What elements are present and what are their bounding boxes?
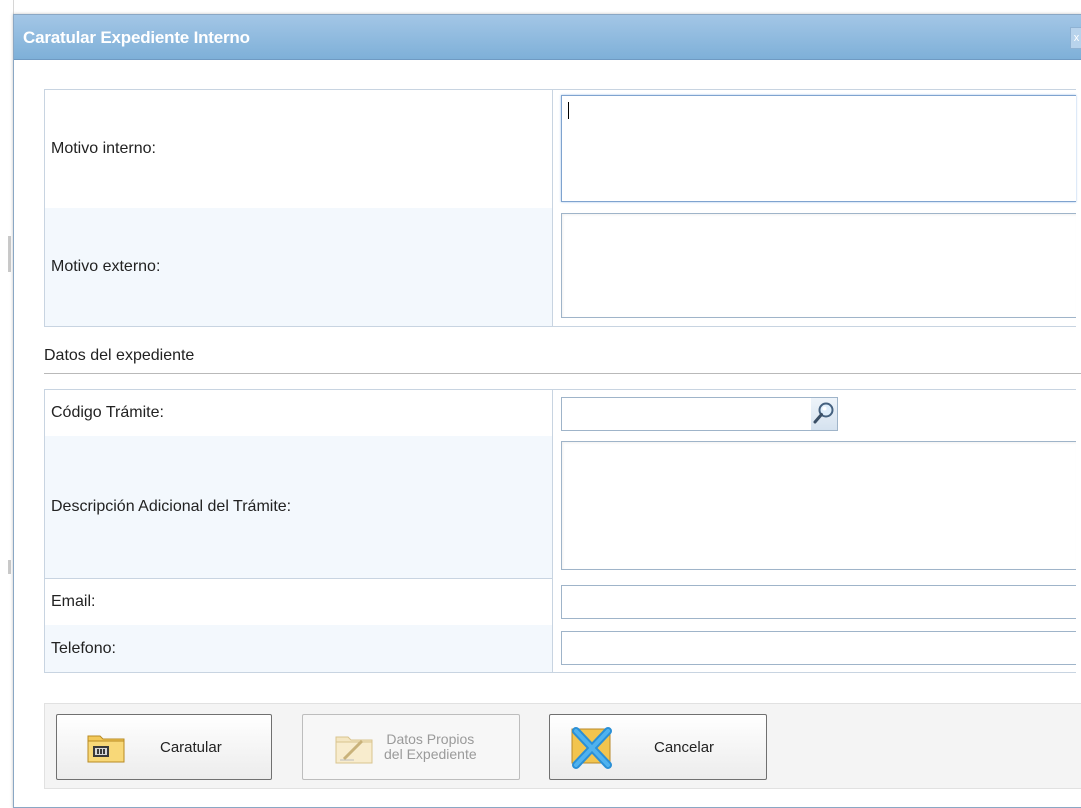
descripcion-row: Descripción Adicional del Trámite: (45, 436, 1076, 579)
magnifier-icon (813, 402, 834, 424)
folder-edit-icon (335, 736, 373, 764)
dialog-title: Caratular Expediente Interno (23, 28, 250, 47)
motivo-externo-label-cell: Motivo externo: (45, 208, 553, 326)
motivo-externo-label: Motivo externo: (51, 258, 161, 275)
motivo-interno-row: Motivo interno: (45, 90, 1076, 209)
folder-stamp-icon (87, 735, 125, 763)
email-label-cell: Email: (45, 578, 553, 625)
descripcion-textarea[interactable] (561, 441, 1076, 570)
datos-propios-label-line2: del Expediente (384, 746, 477, 762)
motivo-externo-row: Motivo externo: (45, 208, 1076, 326)
telefono-row: Telefono: (45, 625, 1076, 672)
codigo-tramite-input-cell (553, 390, 1076, 436)
dialog-titlebar[interactable]: Caratular Expediente Interno x (14, 15, 1081, 60)
section-title: Datos del expediente (44, 347, 195, 364)
background-edge (0, 0, 14, 808)
datos-propios-button[interactable]: Datos Propios del Expediente (302, 714, 520, 780)
section-divider (44, 373, 1081, 374)
email-row: Email: (45, 578, 1076, 626)
background-tick (8, 236, 11, 272)
cancelar-button[interactable]: Cancelar (549, 714, 767, 780)
datos-propios-label: Datos Propios del Expediente (384, 732, 477, 762)
descripcion-input-cell (553, 436, 1076, 578)
text-caret (568, 102, 569, 119)
email-input-cell (553, 578, 1076, 625)
datos-propios-label-line1: Datos Propios (386, 731, 475, 747)
motivo-interno-textarea[interactable] (561, 95, 1076, 202)
email-input[interactable] (561, 585, 1076, 619)
telefono-input-cell (553, 625, 1076, 672)
motivo-externo-textarea[interactable] (561, 213, 1076, 318)
expediente-table: Código Trámite: Descripción Adicional de… (44, 389, 1076, 673)
button-bar: Caratular Datos Propios del Expediente Ca… (44, 703, 1081, 789)
motivo-externo-input-cell (553, 208, 1076, 326)
motivo-interno-label-cell: Motivo interno: (45, 90, 553, 208)
caratular-button[interactable]: Caratular (56, 714, 272, 780)
caratular-label: Caratular (160, 738, 222, 756)
telefono-label-cell: Telefono: (45, 625, 553, 672)
close-icon[interactable]: x (1070, 27, 1081, 49)
cancelar-label: Cancelar (654, 738, 715, 756)
background-tick (8, 560, 11, 574)
codigo-tramite-label: Código Trámite: (51, 404, 164, 421)
motivo-interno-input-cell (553, 90, 1076, 208)
codigo-tramite-input[interactable] (561, 397, 813, 431)
search-button[interactable] (811, 397, 838, 431)
telefono-label: Telefono: (51, 639, 116, 657)
cancel-x-icon (571, 727, 612, 769)
motivo-table: Motivo interno: Motivo externo: (44, 89, 1076, 327)
caratular-dialog: Caratular Expediente Interno x Motivo in… (13, 14, 1081, 808)
codigo-tramite-row: Código Trámite: (45, 390, 1076, 437)
descripcion-label: Descripción Adicional del Trámite: (51, 498, 292, 515)
codigo-tramite-label-cell: Código Trámite: (45, 390, 553, 436)
telefono-input[interactable] (561, 631, 1076, 665)
descripcion-label-cell: Descripción Adicional del Trámite: (45, 436, 553, 578)
email-label: Email: (51, 592, 96, 610)
close-label: x (1073, 32, 1080, 44)
motivo-interno-label: Motivo interno: (51, 140, 156, 157)
